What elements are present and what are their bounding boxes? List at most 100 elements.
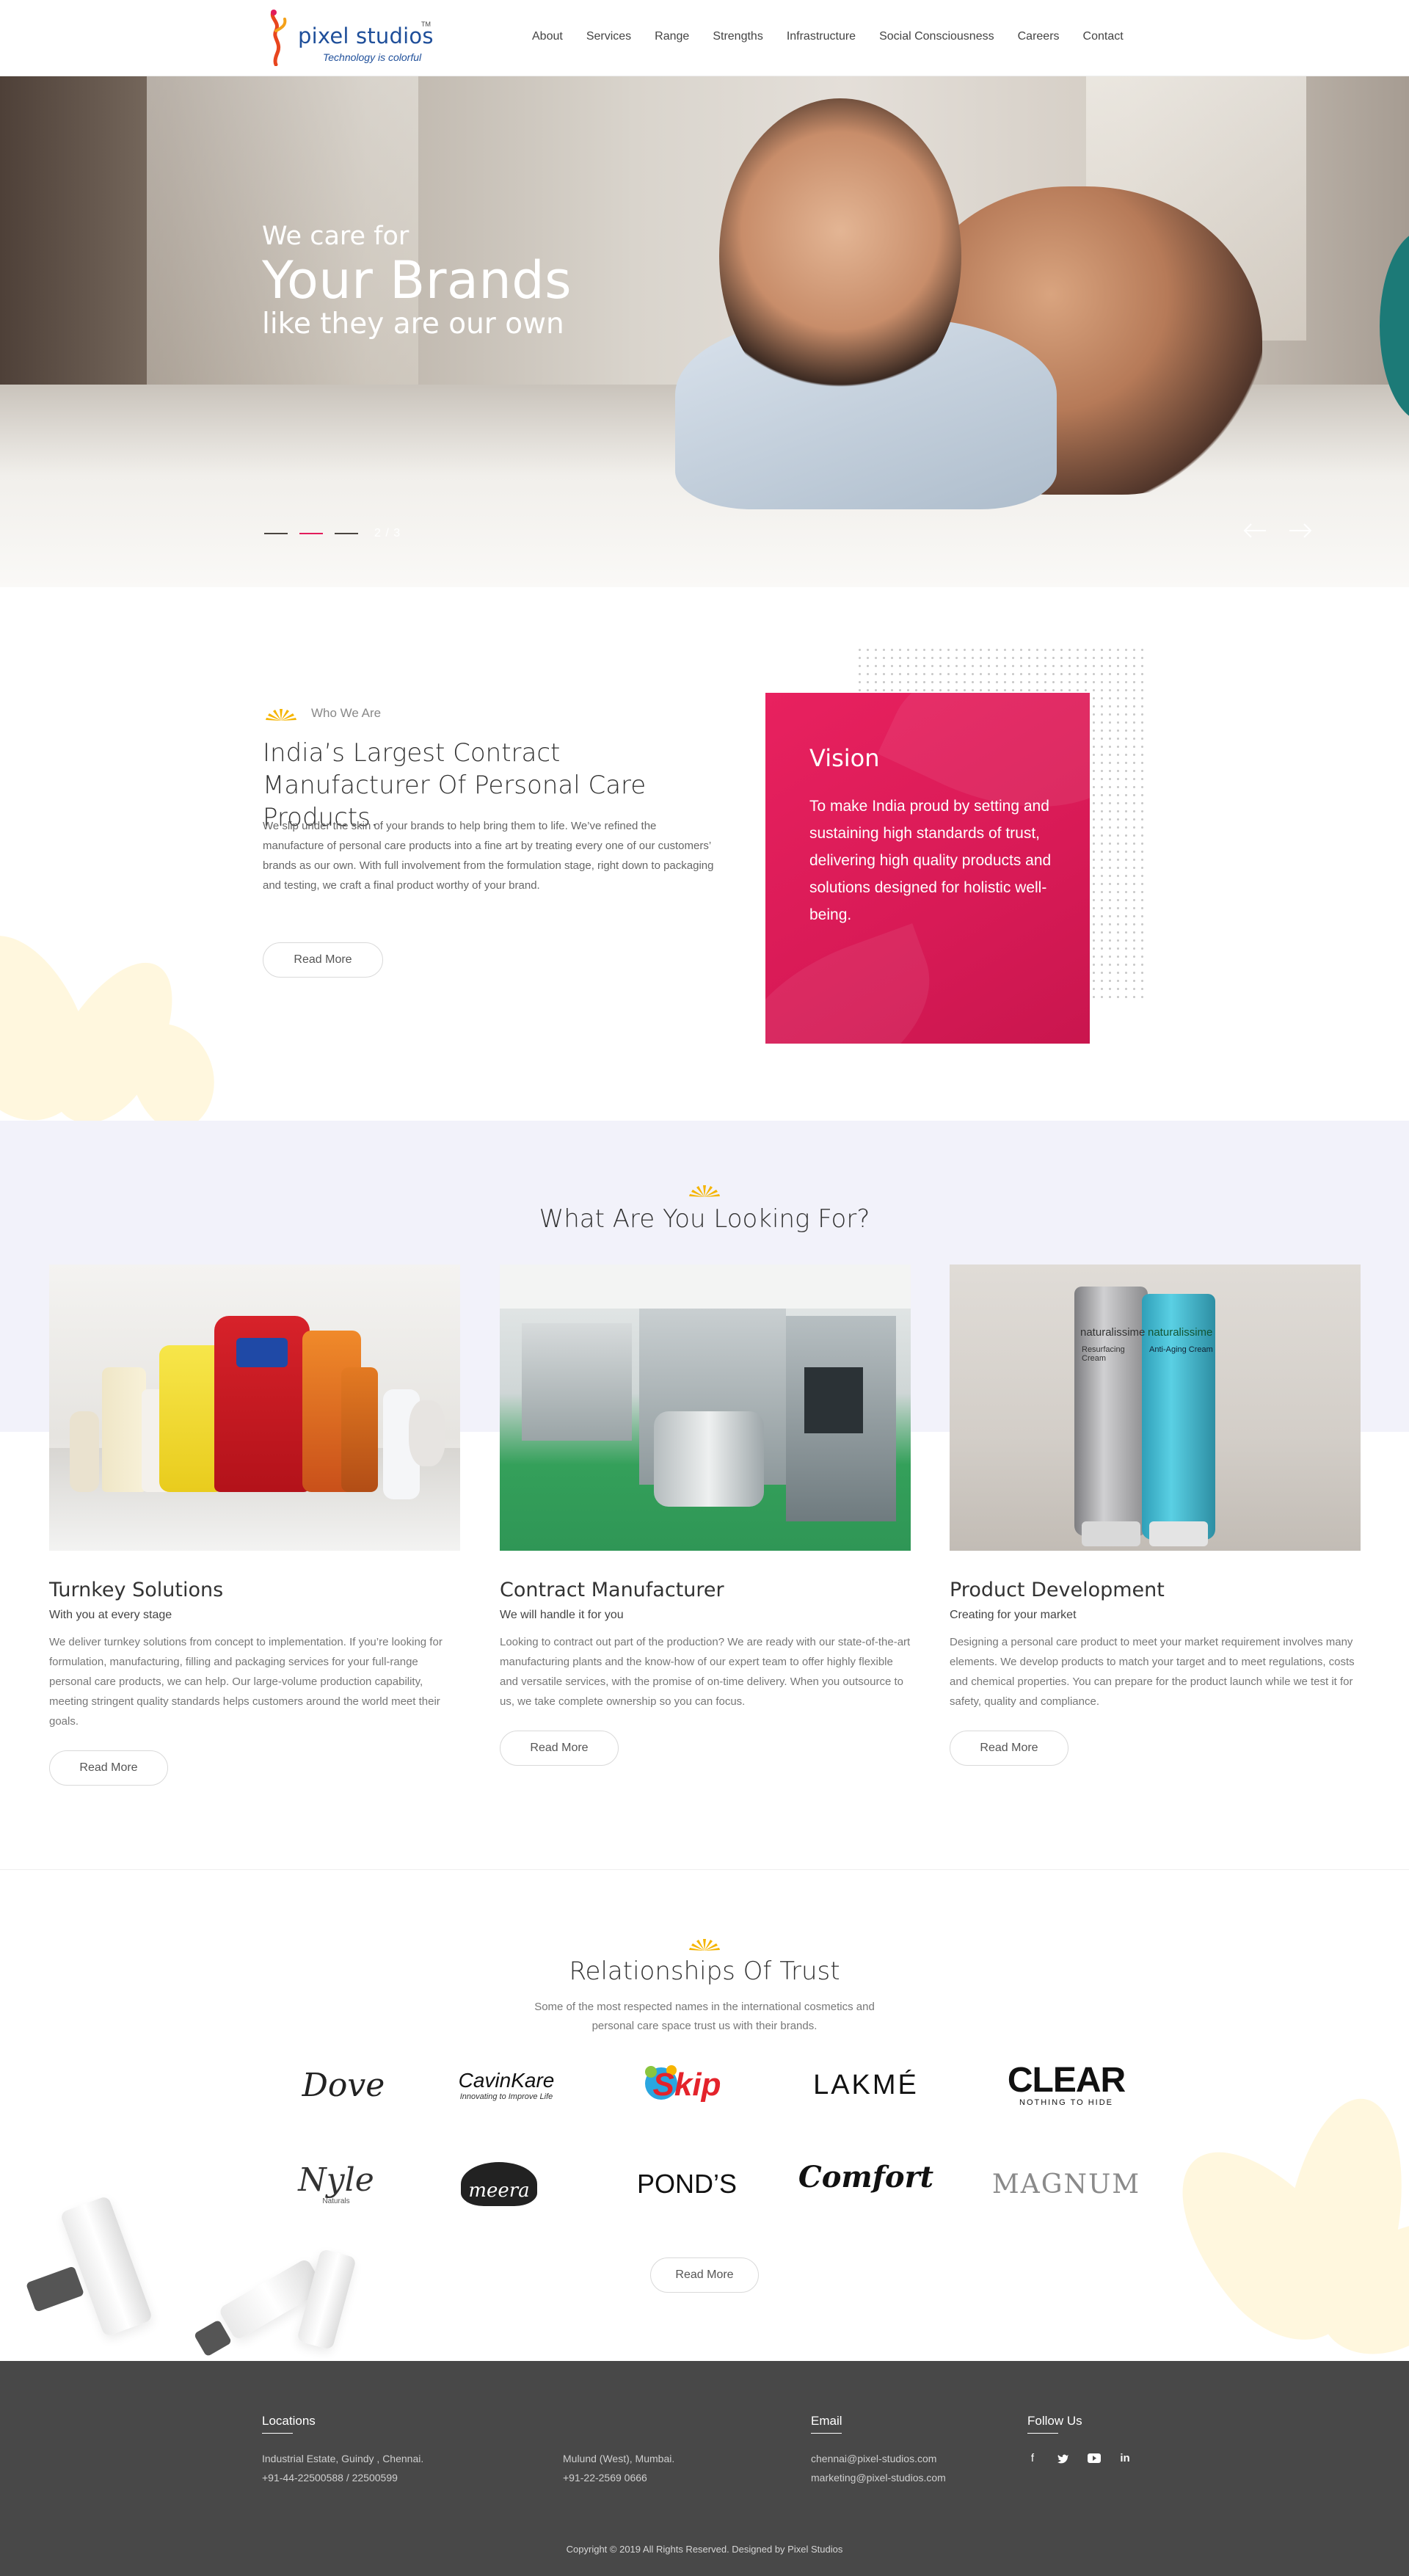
who-read-more-button[interactable]: Read More (263, 942, 383, 978)
hero-line-3: like they are our own (262, 308, 564, 341)
nav-strengths[interactable]: Strengths (701, 28, 774, 46)
service-card-contract: Contract Manufacturer We will handle it … (500, 1265, 911, 1766)
development-read-more-button[interactable]: Read More (950, 1731, 1068, 1766)
card-description: Looking to contract out part of the prod… (500, 1636, 911, 1708)
card-subtitle: We will handle it for you (500, 1609, 624, 1621)
brand-logo-cavinkare[interactable]: CavinKare Innovating to Improve Life (429, 2057, 583, 2113)
trust-section: Relationships Of Trust Some of the most … (0, 1869, 1409, 2361)
tube-product-label: Anti-Aging Cream (1149, 1345, 1213, 1354)
who-we-are-section: Who We Are India’s Largest Contract Manu… (0, 587, 1409, 1121)
trust-read-more-button[interactable]: Read More (650, 2257, 759, 2293)
logo-name: pixel studios (298, 23, 434, 48)
factory-floor-image (500, 1265, 911, 1551)
brand-name: POND’S (636, 2169, 738, 2199)
copyright-text: Copyright © 2019 All Rights Reserved. De… (566, 2544, 843, 2555)
brand-name: CLEAR (1007, 2061, 1126, 2100)
tube-decoration (193, 2319, 233, 2357)
social-links: f in (1024, 2451, 1133, 2467)
brand-tagline: NOTHING TO HIDE (1019, 2098, 1113, 2107)
trust-title: Relationships Of Trust (569, 1957, 840, 1986)
youtube-icon[interactable] (1086, 2451, 1102, 2467)
email-link[interactable]: chennai@pixel-studios.com (811, 2449, 946, 2468)
footer-email-heading: Email (811, 2414, 842, 2434)
footer-follow-heading: Follow Us (1027, 2414, 1082, 2434)
nav-contact[interactable]: Contact (1071, 28, 1135, 46)
arrow-left-icon (1243, 523, 1266, 538)
vision-card: Vision To make India proud by setting an… (765, 693, 1090, 1044)
slide-dot-3[interactable] (335, 533, 358, 534)
brand-name: Comfort (798, 2159, 934, 2194)
hero-slider: We care for Your Brands like they are ou… (0, 76, 1409, 587)
brand-logo-clear[interactable]: CLEAR NOTHING TO HIDE (989, 2057, 1143, 2113)
sun-icon (689, 1185, 720, 1197)
leaf-decoration (765, 923, 958, 1044)
sun-icon (266, 709, 296, 721)
arrow-right-icon (1289, 523, 1312, 538)
services-section: What Are You Looking For? Turnkey Soluti… (0, 1121, 1409, 1869)
brand-name: LAKMÉ (813, 2069, 919, 2100)
kicker-label: Who We Are (311, 706, 382, 720)
brand-name: meera (468, 2180, 530, 2202)
footer-location-chennai: Industrial Estate, Guindy , Chennai. +91… (262, 2449, 423, 2487)
tube-brand-label: naturalissime (1080, 1326, 1146, 1339)
brand-logo-lakme[interactable]: LAKMÉ (789, 2057, 943, 2113)
nav-infrastructure[interactable]: Infrastructure (775, 28, 867, 46)
sun-icon (689, 1939, 720, 1951)
brand-logo-ponds[interactable]: POND’S (610, 2156, 764, 2212)
nav-careers[interactable]: Careers (1006, 28, 1071, 46)
vision-title: Vision (809, 744, 880, 772)
slider-pagination: 2 / 3 (264, 527, 401, 540)
turnkey-read-more-button[interactable]: Read More (49, 1750, 168, 1786)
location-phone: +91-44-22500588 / 22500599 (262, 2472, 398, 2484)
site-footer: Locations Industrial Estate, Guindy , Ch… (0, 2361, 1409, 2576)
card-description: We deliver turnkey solutions from concep… (49, 1636, 443, 1728)
brand-logo-nyle[interactable]: Nyle Naturals (259, 2156, 413, 2212)
facebook-icon[interactable]: f (1024, 2451, 1041, 2467)
logo-tm: TM (421, 21, 431, 28)
nav-services[interactable]: Services (575, 28, 643, 46)
twitter-icon[interactable] (1055, 2451, 1071, 2467)
slide-counter: 2 / 3 (374, 527, 401, 539)
brand-logo-dove[interactable]: Dove (266, 2057, 420, 2113)
hero-headline: We care for Your Brands like they are ou… (262, 220, 572, 341)
main-nav: About Services Range Strengths Infrastru… (532, 28, 1135, 46)
tube-decoration (59, 2195, 153, 2337)
brand-logo-skip[interactable]: Skip (610, 2057, 764, 2113)
service-card-development: naturalissime naturalissime Resurfacing … (950, 1265, 1361, 1766)
hero-photo-child (719, 98, 961, 414)
logo-figure-icon (270, 10, 287, 66)
brand-logo-meera[interactable]: meera (422, 2156, 576, 2212)
slide-dot-2[interactable] (299, 533, 323, 534)
brand-logo-magnum[interactable]: MAGNUM (989, 2156, 1143, 2212)
location-address: Industrial Estate, Guindy , Chennai. (262, 2453, 424, 2464)
brand-name: Nyle (298, 2161, 374, 2199)
brand-logo-comfort[interactable]: Comfort (789, 2149, 943, 2205)
trust-subtitle-line: Some of the most respected names in the … (534, 2001, 875, 2013)
footer-emails: chennai@pixel-studios.com marketing@pixe… (811, 2449, 946, 2487)
brand-tagline: Naturals (322, 2197, 350, 2205)
services-title: What Are You Looking For? (539, 1204, 870, 1234)
slider-prev-button[interactable] (1242, 521, 1267, 540)
brand-name: CavinKare (458, 2069, 555, 2092)
footer-locations-heading: Locations (262, 2414, 316, 2434)
brand-name: MAGNUM (991, 2169, 1141, 2200)
card-title: Product Development (950, 1579, 1165, 1601)
site-header: pixel studios TM Technology is colorful … (0, 0, 1409, 76)
cream-tubes-image: naturalissime naturalissime Resurfacing … (950, 1265, 1361, 1551)
logo[interactable]: pixel studios TM Technology is colorful (267, 9, 443, 68)
tube-decoration (25, 2266, 85, 2313)
nav-range[interactable]: Range (643, 28, 701, 46)
who-we-are-body: We slip under the skin of your brands to… (263, 820, 714, 892)
turnkey-products-image (49, 1265, 460, 1551)
slider-next-button[interactable] (1288, 521, 1313, 540)
who-we-are-kicker: Who We Are (264, 705, 381, 722)
nav-about[interactable]: About (532, 28, 575, 46)
email-link[interactable]: marketing@pixel-studios.com (811, 2468, 946, 2487)
slide-dot-1[interactable] (264, 533, 288, 534)
footer-location-mumbai: Mulund (West), Mumbai. +91-22-2569 0666 (563, 2449, 674, 2487)
nav-social-consciousness[interactable]: Social Consciousness (867, 28, 1006, 46)
card-subtitle: Creating for your market (950, 1609, 1077, 1621)
hero-line-1: We care for (262, 222, 409, 251)
linkedin-icon[interactable]: in (1117, 2451, 1133, 2467)
contract-read-more-button[interactable]: Read More (500, 1731, 619, 1766)
